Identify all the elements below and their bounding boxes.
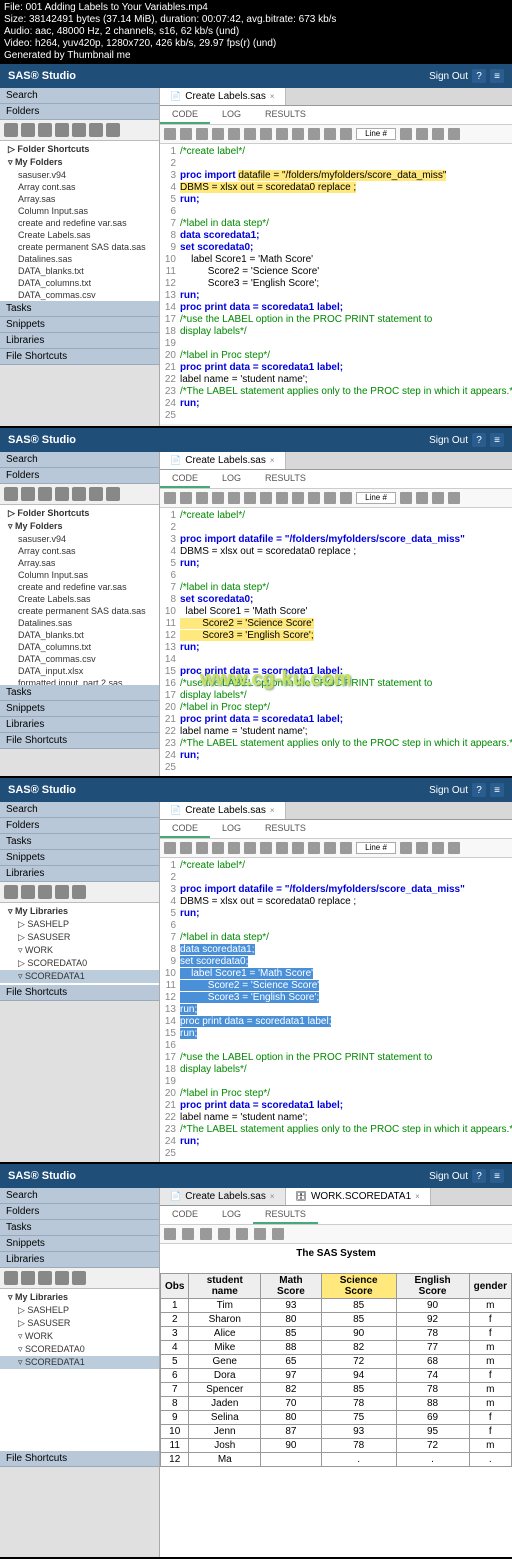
tree-item[interactable]: Create Labels.sas (0, 229, 159, 241)
tree-item[interactable]: Array.sas (0, 193, 159, 205)
tree-item[interactable]: Array cont.sas (0, 181, 159, 193)
code-editor[interactable]: 1/*create label*/ 2 3proc import datafil… (160, 508, 512, 776)
help-icon[interactable]: ? (472, 69, 486, 83)
tb-icon[interactable] (196, 128, 208, 140)
section-snippets[interactable]: Snippets (0, 317, 159, 333)
code-editor[interactable]: 1/*create label*/ 2 3proc import datafil… (160, 144, 512, 424)
tb-icon[interactable] (276, 128, 288, 140)
tree-item[interactable]: DATA_commas.csv (0, 289, 159, 301)
folder-tree: ▷ Folder Shortcuts ▿ My Folders sasuser.… (0, 141, 159, 301)
menu-icon[interactable]: ≡ (490, 69, 504, 83)
tb-icon[interactable] (340, 128, 352, 140)
video-metadata: File: 001 Adding Labels to Your Variable… (0, 0, 512, 64)
pane-2: SAS® Studio Sign Out?≡ Search Folders ▷ … (0, 428, 512, 776)
tb-icon[interactable] (448, 128, 460, 140)
tree-item[interactable]: DATA_blanks.txt (0, 265, 159, 277)
tree-my-folders[interactable]: ▿ My Folders (0, 156, 159, 169)
line-input[interactable]: Line # (356, 128, 396, 140)
tb-icon[interactable] (416, 128, 428, 140)
tb-icon[interactable] (292, 128, 304, 140)
pane-4: SAS® Studio Sign Out?≡ Search Folders Ta… (0, 1164, 512, 1557)
tb-icon[interactable] (212, 128, 224, 140)
code-editor[interactable]: 1/*create label*/ 2 3proc import datafil… (160, 858, 512, 1162)
tree-item[interactable]: Column Input.sas (0, 205, 159, 217)
tree-item[interactable]: create and redefine var.sas (0, 217, 159, 229)
tree-item[interactable]: create permanent SAS data.sas (0, 241, 159, 253)
tb-icon[interactable] (106, 123, 120, 137)
tb-icon[interactable] (260, 128, 272, 140)
signout-link[interactable]: Sign Out (429, 71, 468, 82)
app-header: SAS® Studio Sign Out ? ≡ (0, 64, 512, 88)
app-title: SAS® Studio (8, 70, 76, 82)
section-search[interactable]: Search (0, 88, 159, 104)
tb-icon[interactable] (4, 123, 18, 137)
tb-icon[interactable] (55, 123, 69, 137)
tb-icon[interactable] (432, 128, 444, 140)
results-title: The SAS System (160, 1244, 512, 1263)
tree-folder-shortcuts[interactable]: ▷ Folder Shortcuts (0, 143, 159, 156)
results-table: Obs student name Math Score Science Scor… (160, 1273, 512, 1467)
subtab-code[interactable]: CODE (160, 106, 210, 124)
tb-icon[interactable] (180, 128, 192, 140)
file-tab[interactable]: 📄 Create Labels.sas × (160, 88, 286, 105)
section-fileshortcuts[interactable]: File Shortcuts (0, 349, 159, 365)
tb-icon[interactable] (89, 123, 103, 137)
tb-icon[interactable] (400, 128, 412, 140)
tb-icon[interactable] (244, 128, 256, 140)
tb-icon[interactable] (308, 128, 320, 140)
tb-icon[interactable] (38, 123, 52, 137)
run-icon[interactable] (164, 128, 176, 140)
section-libraries[interactable]: Libraries (0, 333, 159, 349)
pane-3: SAS® Studio Sign Out?≡ Search Folders Ta… (0, 778, 512, 1162)
results-panel: The SAS System Obs student name Math Sco… (160, 1244, 512, 1557)
subtab-results[interactable]: RESULTS (253, 106, 318, 124)
subtab-log[interactable]: LOG (210, 106, 253, 124)
tb-icon[interactable] (21, 123, 35, 137)
close-icon[interactable]: × (270, 92, 275, 101)
tree-item[interactable]: DATA_columns.txt (0, 277, 159, 289)
tb-icon[interactable] (228, 128, 240, 140)
folder-toolbar (0, 120, 159, 141)
pane-1: SAS® Studio Sign Out ? ≡ Search Folders … (0, 64, 512, 426)
tree-item[interactable]: sasuser.v94 (0, 169, 159, 181)
section-tasks[interactable]: Tasks (0, 301, 159, 317)
tb-icon[interactable] (324, 128, 336, 140)
footer (160, 424, 512, 426)
results-toolbar (160, 1225, 512, 1244)
tb-icon[interactable] (72, 123, 86, 137)
tree-item[interactable]: Datalines.sas (0, 253, 159, 265)
editor-toolbar: Line # (160, 125, 512, 144)
section-folders[interactable]: Folders (0, 104, 159, 120)
